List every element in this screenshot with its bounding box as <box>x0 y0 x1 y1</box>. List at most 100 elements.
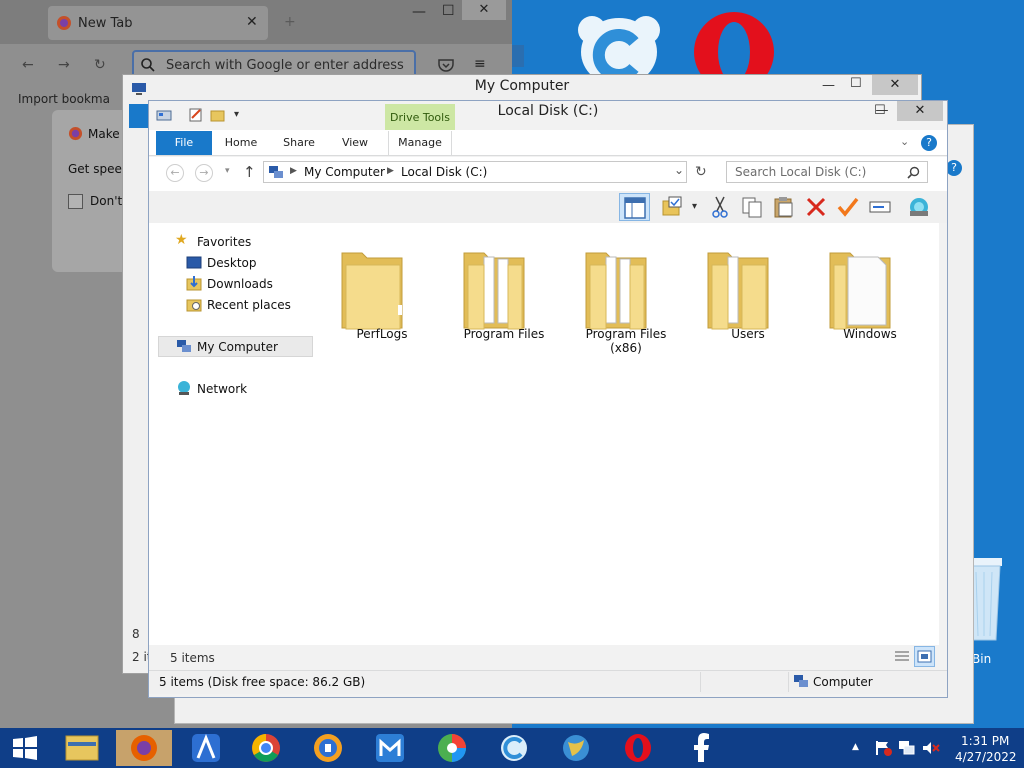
taskbar-globe-app[interactable] <box>548 730 604 766</box>
folder-name-program-files-x86[interactable]: Program Files (x86) <box>571 327 681 355</box>
opera-icon <box>625 734 651 762</box>
back-file-tab[interactable] <box>129 104 149 128</box>
maximize-icon[interactable]: ☐ <box>874 101 894 121</box>
network-drive-icon[interactable] <box>907 195 931 219</box>
paste-icon[interactable] <box>772 195 796 219</box>
taskbar-file-explorer[interactable] <box>54 730 110 766</box>
recycle-bin-label: Bin <box>972 652 992 666</box>
help-icon[interactable]: ? <box>921 135 937 151</box>
breadcrumb-separator-icon[interactable]: ▶ <box>290 166 297 176</box>
taskbar-firefox[interactable] <box>116 730 172 766</box>
firefox-back-icon[interactable]: ← <box>22 57 34 73</box>
firefox-tab-close-icon[interactable]: ✕ <box>246 14 258 30</box>
item-count: 5 items <box>170 651 215 665</box>
facebook-icon <box>694 733 709 762</box>
import-bookmarks-link[interactable]: Import bookma <box>18 92 110 106</box>
action-center-flag-icon[interactable] <box>874 740 892 756</box>
breadcrumb-local-disk[interactable]: Local Disk (C:) <box>401 165 487 179</box>
delete-icon[interactable] <box>804 195 828 219</box>
view-dropdown-icon[interactable]: ▾ <box>692 201 697 212</box>
nav-my-computer[interactable]: My Computer <box>197 340 278 354</box>
tray-overflow-icon[interactable]: ▲ <box>852 742 859 752</box>
close-button[interactable]: ✕ <box>897 101 943 121</box>
folder-name-perflogs[interactable]: PerfLogs <box>327 327 437 341</box>
nav-network[interactable]: Network <box>197 382 247 396</box>
folder-name-program-files[interactable]: Program Files <box>449 327 559 341</box>
back-maximize-icon[interactable]: ☐ <box>850 76 862 91</box>
hamburger-menu-icon[interactable]: ≡ <box>474 56 486 72</box>
firefox-maximize-icon[interactable]: ☐ <box>442 3 455 19</box>
network-icon <box>178 381 190 395</box>
firefox-logo-icon <box>68 126 83 141</box>
search-icon[interactable] <box>907 166 920 179</box>
start-windows-icon[interactable] <box>12 736 38 760</box>
back-arrow-icon[interactable]: ← <box>166 164 184 182</box>
rename-icon[interactable] <box>868 195 892 219</box>
search-placeholder: Search Local Disk (C:) <box>735 165 867 179</box>
refresh-icon[interactable]: ↻ <box>695 164 707 180</box>
rename-check-icon[interactable] <box>836 195 860 219</box>
firefox-minimize-icon[interactable]: — <box>412 4 426 20</box>
window-title: Local Disk (C:) <box>497 103 599 119</box>
copy-icon[interactable] <box>740 195 764 219</box>
pocket-icon[interactable] <box>438 58 454 72</box>
tab-view[interactable]: View <box>334 131 376 155</box>
back-minimize-icon[interactable]: — <box>822 78 835 93</box>
folder-name-windows[interactable]: Windows <box>815 327 925 341</box>
clock-date[interactable]: 4/27/2022 <box>955 750 1017 764</box>
nav-recent-places[interactable]: Recent places <box>207 298 291 312</box>
folder-name-users[interactable]: Users <box>693 327 803 341</box>
up-arrow-icon[interactable]: ↑ <box>243 163 256 181</box>
firefox-forward-icon[interactable]: → <box>58 57 70 73</box>
my-computer-quick-access <box>166 80 236 96</box>
firefox-close-button[interactable]: ✕ <box>462 0 506 20</box>
nav-desktop[interactable]: Desktop <box>207 256 257 270</box>
back-close-button[interactable]: ✕ <box>872 75 918 95</box>
firefox-new-tab-icon[interactable]: + <box>284 14 296 30</box>
app-a-icon <box>192 733 220 762</box>
taskbar-app-a[interactable] <box>178 730 234 766</box>
tab-manage[interactable]: Manage <box>388 131 452 155</box>
taskbar-colorful-browser[interactable] <box>424 730 480 766</box>
taskbar-facebook[interactable] <box>674 730 730 766</box>
ccleaner-desktop-icon[interactable] <box>572 12 666 82</box>
tab-file[interactable]: File <box>156 131 212 155</box>
computer-status-icon <box>794 675 808 687</box>
breadcrumb-my-computer[interactable]: My Computer <box>304 165 385 179</box>
maxthon-icon <box>376 734 404 762</box>
nav-favorites[interactable]: Favorites <box>197 235 251 249</box>
details-view-icon[interactable] <box>894 650 910 664</box>
status-divider <box>788 672 789 692</box>
opera-desktop-icon[interactable] <box>690 10 778 80</box>
security-browser-icon <box>314 734 342 762</box>
globe-icon <box>563 735 589 761</box>
ribbon-expand-icon[interactable]: ⌄ <box>900 135 909 148</box>
large-icons-view-icon <box>917 650 932 663</box>
network-tray-icon[interactable] <box>898 740 916 756</box>
nav-downloads[interactable]: Downloads <box>207 277 273 291</box>
dont-ask-checkbox[interactable] <box>68 194 83 209</box>
firefox-reload-icon[interactable]: ↻ <box>94 57 106 73</box>
breadcrumb-separator-icon[interactable]: ▶ <box>387 166 394 176</box>
recent-dropdown-icon[interactable]: ▾ <box>225 166 230 176</box>
volume-muted-icon[interactable] <box>922 740 940 756</box>
address-dropdown-icon[interactable]: ⌄ <box>674 163 684 177</box>
tab-share[interactable]: Share <box>278 131 320 155</box>
favorites-star-icon: ★ <box>175 232 188 248</box>
cut-icon[interactable] <box>708 195 732 219</box>
dont-ask-label: Don't <box>90 194 123 208</box>
taskbar-ccleaner[interactable] <box>486 730 542 766</box>
taskbar-opera[interactable] <box>610 730 666 766</box>
back-char: 8 <box>132 627 140 641</box>
taskbar-security-browser[interactable] <box>300 730 356 766</box>
my-computer-title: My Computer <box>474 78 570 94</box>
taskbar-chrome[interactable] <box>238 730 294 766</box>
forward-arrow-icon[interactable]: → <box>195 164 213 182</box>
properties-check-icon[interactable] <box>660 195 684 219</box>
tab-home[interactable]: Home <box>220 131 262 155</box>
taskbar-maxthon[interactable] <box>362 730 418 766</box>
clock-time[interactable]: 1:31 PM <box>961 734 1009 748</box>
help-icon-back[interactable]: ? <box>946 160 962 176</box>
computer-icon <box>132 83 146 95</box>
preview-pane-icon <box>624 197 646 219</box>
